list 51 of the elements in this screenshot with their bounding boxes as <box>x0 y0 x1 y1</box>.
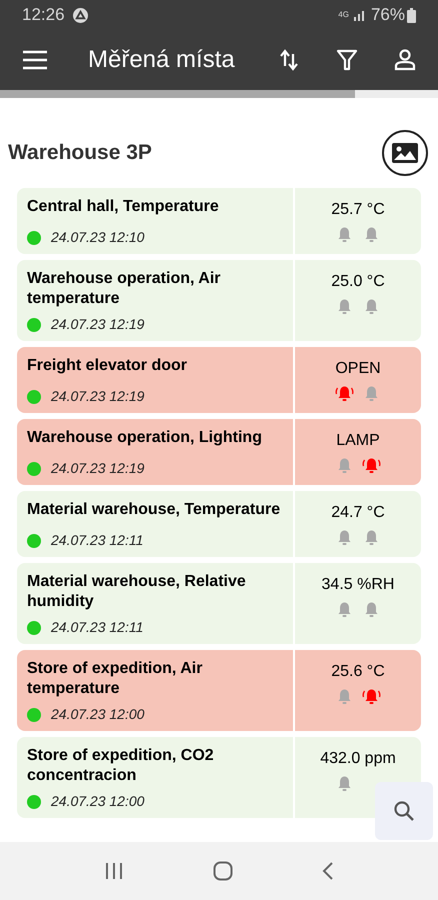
group-title: Warehouse 3P <box>8 140 152 166</box>
measured-value: 25.7 °C <box>331 200 385 220</box>
measurement-name: Central hall, Temperature <box>27 197 220 217</box>
app-title: Měřená místa <box>88 45 235 75</box>
measured-value: OPEN <box>335 359 381 379</box>
measurement-name: Material warehouse, Relative humidity <box>27 572 247 612</box>
back-icon[interactable] <box>322 861 334 881</box>
measurement-name: Warehouse operation, Lighting <box>27 428 263 448</box>
measurement-card[interactable]: Central hall, Temperature 24.07.23 12:10 <box>17 188 293 254</box>
search-button[interactable] <box>375 782 433 840</box>
filter-icon[interactable] <box>336 49 358 71</box>
measurement-name: Store of expedition, CO2 concentracion <box>27 746 215 786</box>
timestamp: 24.07.23 12:19 <box>51 315 144 334</box>
timestamp: 24.07.23 12:00 <box>51 705 144 724</box>
battery-icon <box>407 8 416 22</box>
measured-value: 34.5 %RH <box>322 575 394 595</box>
measured-value: 24.7 °C <box>331 503 385 523</box>
sort-icon[interactable] <box>280 49 298 71</box>
measurement-card[interactable]: Material warehouse, Relative humidity 24.07.23 12:11 <box>17 563 293 644</box>
timestamp: 24.07.23 12:19 <box>51 459 144 478</box>
measurement-name: Material warehouse, Temperature <box>27 500 282 520</box>
measurement-card[interactable]: Store of expedition, Air temperature 24.07.23 12:00 <box>17 650 293 731</box>
timestamp: 24.07.23 12:11 <box>51 618 144 637</box>
home-icon[interactable] <box>212 861 233 881</box>
timestamp: 24.07.23 12:19 <box>51 387 144 406</box>
measured-value: LAMP <box>336 431 380 451</box>
image-button[interactable] <box>382 130 428 176</box>
measurement-card[interactable]: Material warehouse, Temperature 24.07.23 12:11 <box>17 491 293 557</box>
measurement-card[interactable]: Warehouse operation, Lighting 24.07.23 12:19 <box>17 419 293 485</box>
timestamp: 24.07.23 12:10 <box>51 228 144 247</box>
measurement-name: Store of expedition, Air temperature <box>27 659 204 699</box>
measurement-card[interactable]: Store of expedition, CO2 concentracion 24.07.23 12:00 <box>17 737 293 818</box>
measurement-name: Freight elevator door <box>27 356 188 376</box>
measurement-card[interactable]: Freight elevator door 24.07.23 12:19 <box>17 347 293 413</box>
timestamp: 24.07.23 12:00 <box>51 792 144 811</box>
measured-value: 432.0 ppm <box>320 749 396 769</box>
recent-apps-icon[interactable] <box>104 862 124 880</box>
battery-level: 76% <box>370 4 405 26</box>
measured-value: 25.6 °C <box>331 662 385 682</box>
search-icon <box>393 800 415 822</box>
timestamp: 24.07.23 12:11 <box>51 531 144 550</box>
image-icon <box>391 142 419 164</box>
user-icon[interactable] <box>394 49 416 71</box>
network-type: 4G <box>338 11 349 19</box>
measurement-name: Warehouse operation, Air temperature <box>27 269 222 309</box>
menu-icon[interactable] <box>22 50 48 70</box>
app-notification-icon <box>72 8 88 22</box>
signal-icon <box>352 9 367 21</box>
clock: 12:26 <box>22 4 65 26</box>
measured-value: 25.0 °C <box>331 272 385 292</box>
measurement-card[interactable]: Warehouse operation, Air temperature 24.07.23 12:19 <box>17 260 293 341</box>
